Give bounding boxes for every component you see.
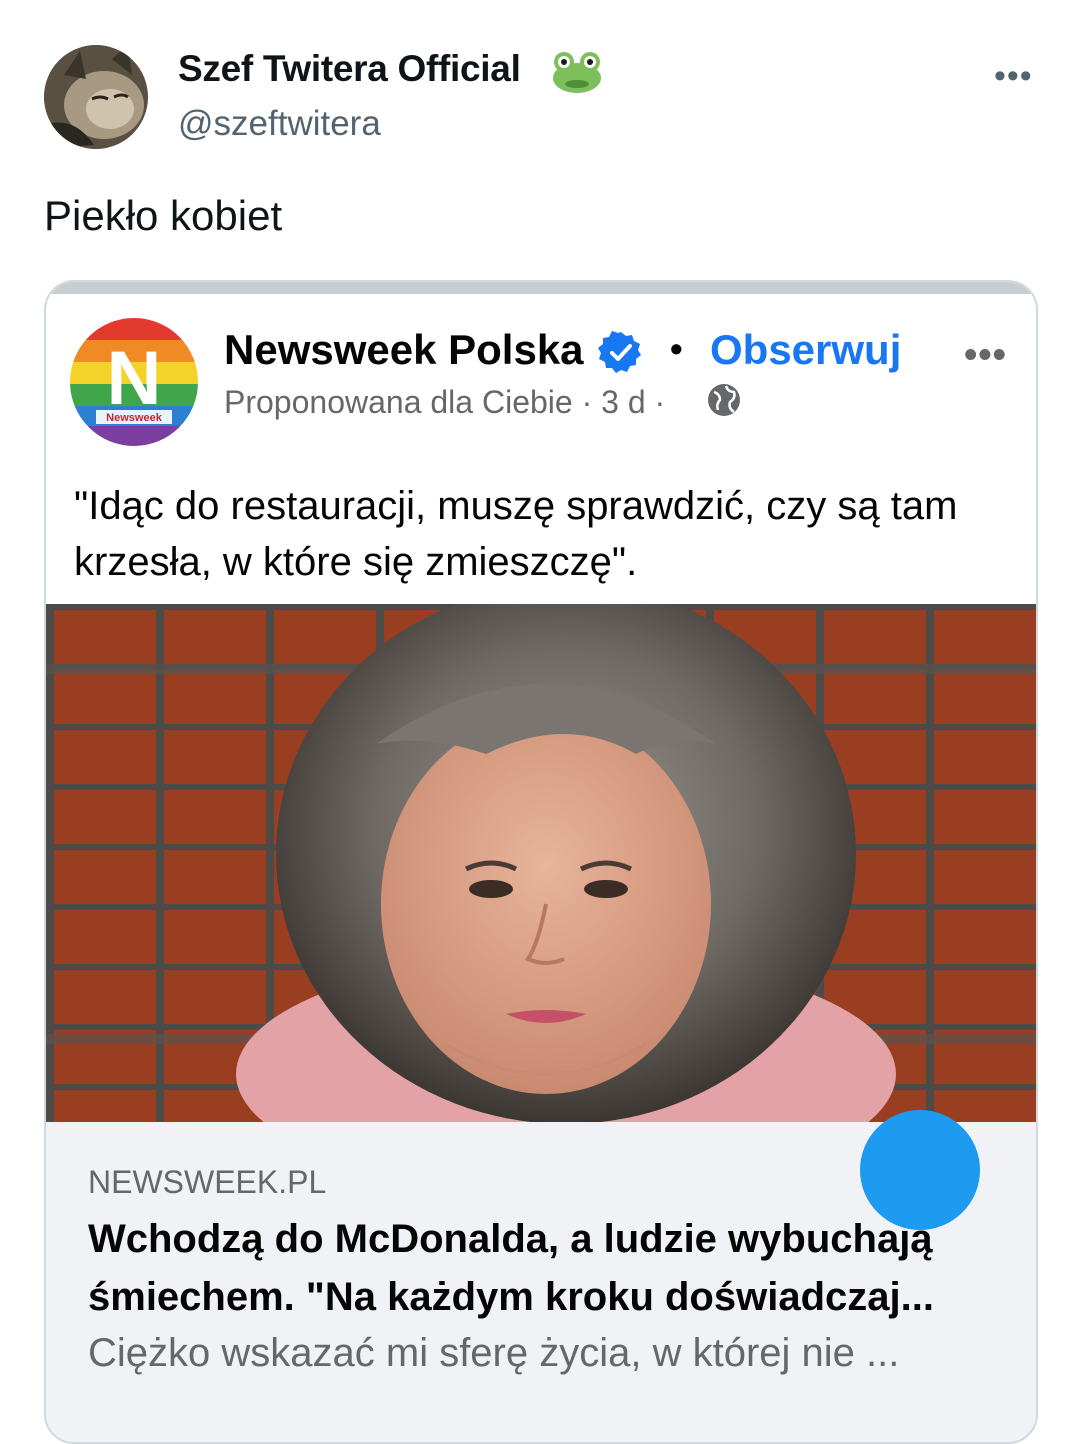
link-title[interactable]: Wchodzą do McDonalda, a ludzie wybuchają… (88, 1210, 988, 1326)
tweet-media-image[interactable]: N Newsweek Newsweek Polska • Obserwuj ••… (44, 280, 1038, 1444)
link-domain: NEWSWEEK.PL (88, 1164, 327, 1200)
author-name[interactable]: Szef Twitera Official (178, 48, 521, 90)
logo-wordmark: Newsweek (106, 412, 163, 424)
page-name[interactable]: Newsweek Polska (224, 326, 584, 374)
author-handle[interactable]: @szeftwitera (178, 104, 381, 144)
verified-badge-icon (598, 331, 641, 373)
newsweek-logo[interactable]: N Newsweek (70, 318, 198, 446)
logo-letter: N (107, 336, 162, 421)
cat-avatar-image (44, 45, 148, 149)
card-top-strip (46, 282, 1036, 294)
frog-face-icon (553, 52, 601, 93)
separator-dot: • (670, 328, 683, 369)
link-description: Ciężko wskazać mi sferę życia, w której … (88, 1331, 900, 1375)
globe-icon (708, 384, 740, 416)
rainbow-logo-image: N Newsweek (70, 318, 198, 446)
post-meta: Proponowana dla Ciebie · 3 d · (224, 384, 666, 420)
post-text: "Idąc do restauracji, muszę sprawdzić, c… (74, 484, 958, 584)
article-photo[interactable] (46, 604, 1036, 1122)
author-avatar[interactable] (44, 45, 148, 149)
more-options-icon[interactable]: ••• (994, 57, 1033, 96)
compose-fab-button[interactable] (860, 1110, 980, 1230)
tweet-text: Piekło kobiet (44, 192, 283, 239)
follow-button[interactable]: Obserwuj (710, 326, 901, 374)
woman-portrait-image (46, 604, 1036, 1122)
post-more-icon[interactable]: ••• (964, 334, 1007, 377)
